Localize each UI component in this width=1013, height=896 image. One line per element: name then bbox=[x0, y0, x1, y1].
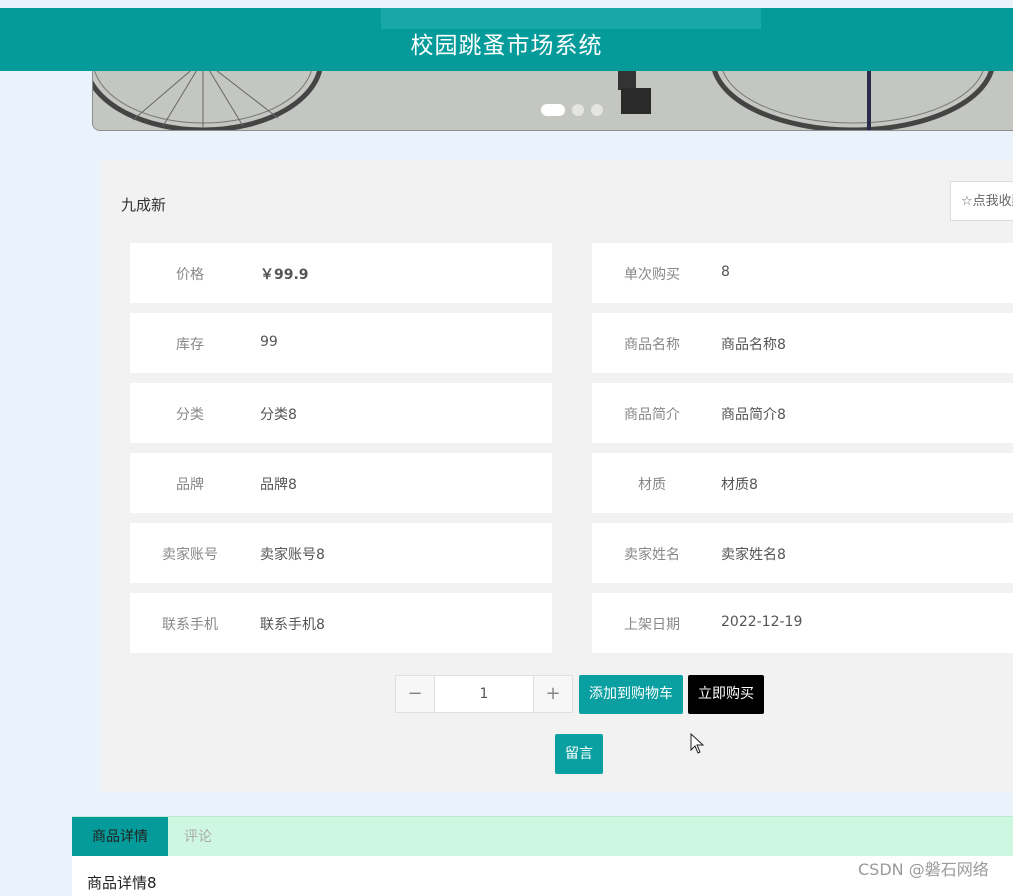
field-value: 2022-12-19 bbox=[721, 614, 803, 630]
field-label: 商品名称 bbox=[624, 337, 680, 353]
field-value: 99 bbox=[260, 334, 278, 350]
field-stock: 库存 99 bbox=[130, 313, 552, 373]
increase-button[interactable]: + bbox=[533, 676, 572, 712]
price-value: ￥99.9 bbox=[260, 267, 309, 283]
carousel-dot[interactable] bbox=[572, 104, 584, 116]
field-category: 分类 分类8 bbox=[130, 383, 552, 443]
carousel-dot[interactable] bbox=[591, 104, 603, 116]
decrease-button[interactable]: − bbox=[396, 676, 435, 712]
field-material: 材质 材质8 bbox=[592, 453, 1013, 513]
mouse-cursor-icon bbox=[690, 733, 705, 754]
field-value: 8 bbox=[721, 264, 730, 280]
buy-now-button[interactable]: 立即购买 bbox=[688, 675, 764, 714]
tab-comments[interactable]: 评论 bbox=[168, 817, 228, 857]
field-label: 上架日期 bbox=[624, 617, 680, 633]
field-price: 价格 ￥99.9 bbox=[130, 243, 552, 303]
quantity-input[interactable]: 1 bbox=[435, 676, 533, 712]
field-product-summary: 商品简介 商品简介8 bbox=[592, 383, 1013, 443]
watermark: CSDN @磐石网络 bbox=[858, 860, 989, 879]
field-label: 分类 bbox=[176, 407, 204, 423]
field-label: 联系手机 bbox=[162, 617, 218, 633]
field-seller-name: 卖家姓名 卖家姓名8 bbox=[592, 523, 1013, 583]
field-value: 联系手机8 bbox=[260, 617, 325, 633]
field-single-purchase: 单次购买 8 bbox=[592, 243, 1013, 303]
field-contact-phone: 联系手机 联系手机8 bbox=[130, 593, 552, 653]
field-label: 库存 bbox=[176, 337, 204, 353]
message-button[interactable]: 留言 bbox=[555, 734, 603, 774]
add-to-cart-button[interactable]: 添加到购物车 bbox=[579, 675, 683, 714]
field-value: 材质8 bbox=[721, 477, 758, 493]
detail-tabs: 商品详情 评论 bbox=[72, 816, 1013, 857]
field-label: 商品简介 bbox=[624, 407, 680, 423]
field-seller-account: 卖家账号 卖家账号8 bbox=[130, 523, 552, 583]
site-title: 校园跳蚤市场系统 bbox=[410, 33, 603, 59]
field-label: 材质 bbox=[638, 477, 666, 493]
field-label: 卖家账号 bbox=[162, 547, 218, 563]
field-value: 商品名称8 bbox=[721, 337, 786, 353]
field-brand: 品牌 品牌8 bbox=[130, 453, 552, 513]
field-value: 分类8 bbox=[260, 407, 297, 423]
favorite-button[interactable]: ☆点我收藏 bbox=[950, 181, 1013, 221]
field-value: 卖家姓名8 bbox=[721, 547, 786, 563]
tab-product-details[interactable]: 商品详情 bbox=[72, 817, 168, 857]
field-label: 价格 bbox=[176, 267, 204, 283]
product-condition: 九成新 bbox=[121, 196, 167, 214]
field-value: 卖家账号8 bbox=[260, 547, 325, 563]
header-bar: 校园跳蚤市场系统 bbox=[0, 8, 1013, 71]
carousel-indicators[interactable] bbox=[541, 104, 603, 116]
carousel-dot[interactable] bbox=[541, 104, 565, 116]
field-value: 商品简介8 bbox=[721, 407, 786, 423]
field-label: 品牌 bbox=[176, 477, 204, 493]
quantity-stepper[interactable]: − 1 + bbox=[395, 675, 573, 713]
field-product-name: 商品名称 商品名称8 bbox=[592, 313, 1013, 373]
detail-text: 商品详情8 bbox=[87, 874, 157, 892]
field-value: 品牌8 bbox=[260, 477, 297, 493]
field-label: 卖家姓名 bbox=[624, 547, 680, 563]
field-listing-date: 上架日期 2022-12-19 bbox=[592, 593, 1013, 653]
field-label: 单次购买 bbox=[624, 267, 680, 283]
